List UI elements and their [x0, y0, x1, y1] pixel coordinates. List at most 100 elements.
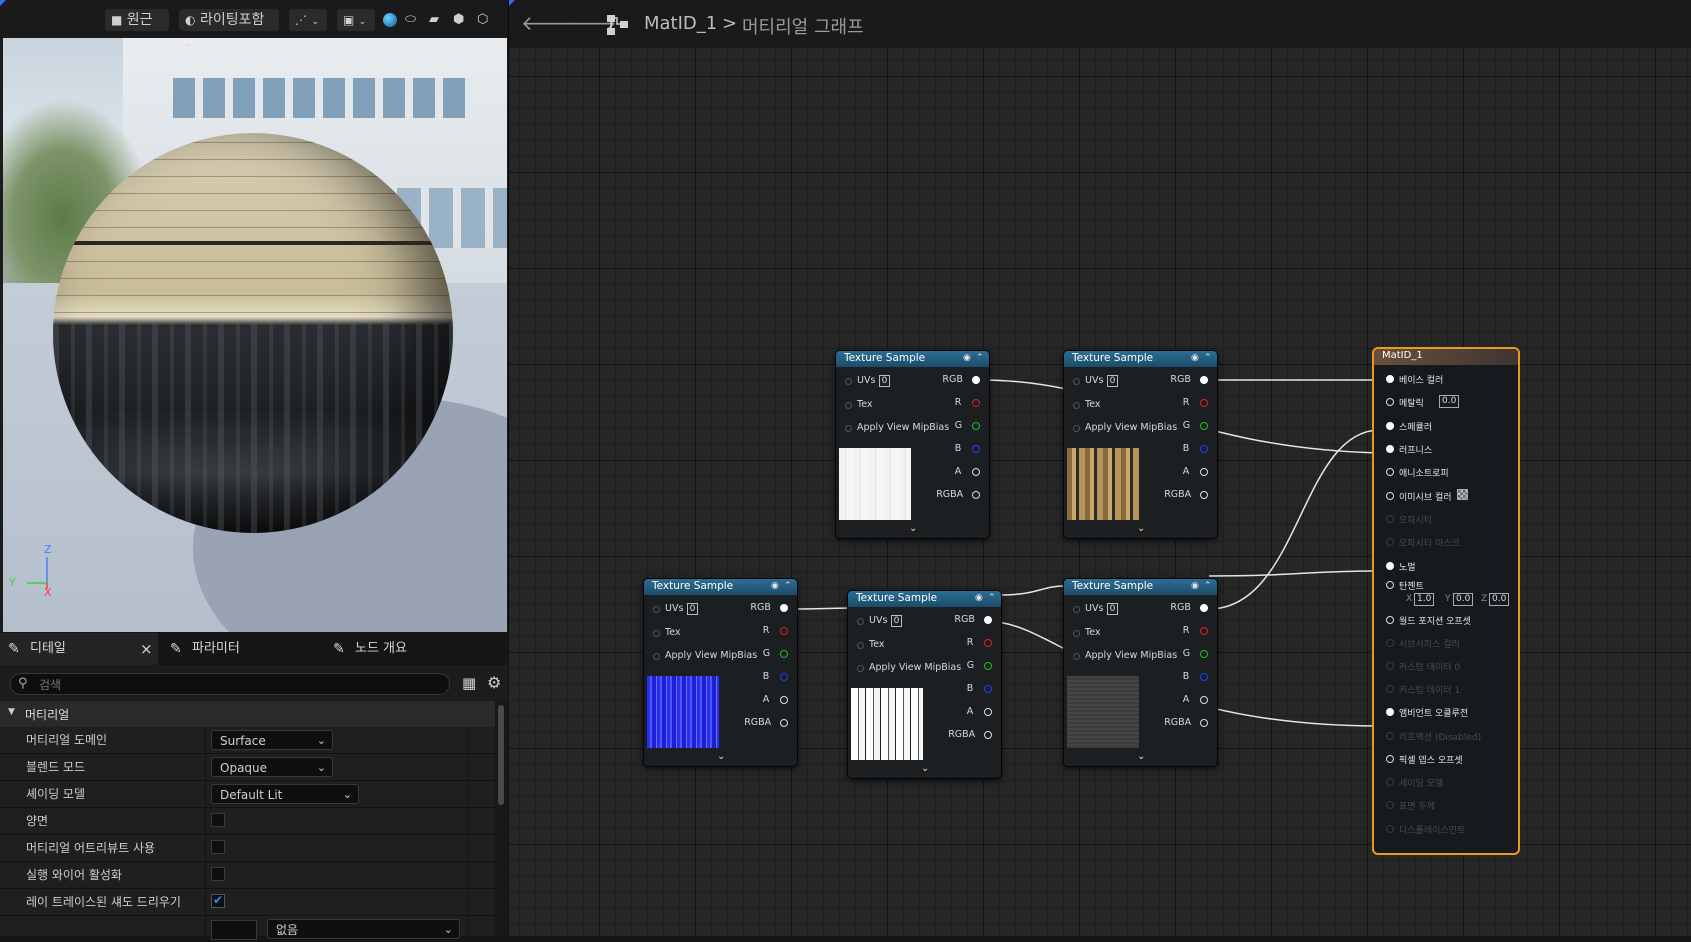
use-material-attributes-checkbox[interactable] — [211, 840, 225, 854]
result-input-pin[interactable] — [1386, 445, 1394, 453]
expand-chevron-icon[interactable]: ⌄ — [717, 751, 725, 762]
details-search-box[interactable]: ⚲ — [10, 673, 450, 695]
result-node-header[interactable]: MatID_1 — [1374, 349, 1518, 365]
output-pin[interactable] — [972, 399, 980, 407]
input-pin[interactable] — [1073, 378, 1080, 385]
two-sided-checkbox[interactable] — [211, 813, 225, 827]
preview-toggle-icon[interactable]: ◉ — [1191, 354, 1200, 363]
preview-toggle-icon[interactable]: ◉ — [771, 582, 780, 591]
preview-scene-button[interactable]: ▣ ⌄ — [337, 9, 375, 31]
result-input-pin[interactable] — [1386, 581, 1394, 589]
cube-preview-icon[interactable]: ⬢ — [453, 13, 469, 27]
preview-toggle-icon[interactable]: ◉ — [975, 594, 984, 603]
output-pin[interactable] — [1200, 696, 1208, 704]
asset-thumbnail[interactable] — [211, 920, 257, 940]
uv-index-field[interactable]: 0 — [891, 615, 902, 627]
input-pin[interactable] — [1073, 425, 1080, 432]
output-pin[interactable] — [1200, 673, 1208, 681]
output-pin[interactable] — [984, 616, 992, 624]
output-pin[interactable] — [780, 650, 788, 658]
output-pin[interactable] — [780, 627, 788, 635]
cast-ray-traced-shadows-checkbox[interactable]: ✔ — [211, 893, 225, 908]
output-pin[interactable] — [984, 685, 992, 693]
tab-node-overview[interactable]: ✎ 노드 개요 — [331, 633, 481, 665]
output-pin[interactable] — [972, 376, 980, 384]
output-pin[interactable] — [972, 422, 980, 430]
breadcrumb-material-name[interactable]: MatID_1 — [644, 13, 717, 34]
result-input-pin[interactable] — [1386, 375, 1394, 383]
output-pin[interactable] — [984, 731, 992, 739]
output-pin[interactable] — [1200, 376, 1208, 384]
uv-index-field[interactable]: 0 — [1107, 603, 1118, 615]
collapse-icon[interactable]: ⌃ — [784, 582, 793, 591]
output-pin[interactable] — [984, 662, 992, 670]
shading-model-dropdown[interactable]: Default Lit ⌄ — [211, 784, 359, 804]
cylinder-preview-icon[interactable]: ⬭ — [405, 13, 421, 27]
tab-parameters[interactable]: ✎ 파라미터 — [168, 633, 318, 665]
result-input-pin[interactable] — [1386, 685, 1394, 693]
texture-sample-node-1[interactable]: Texture Sample ◉ ⌃ UVs Tex Apply View MipBias… — [835, 350, 990, 539]
result-input-pin[interactable] — [1386, 398, 1394, 406]
texture-sample-node-2[interactable]: Texture Sample ◉ ⌃ UVs Tex Apply View MipBias… — [1063, 350, 1218, 539]
output-pin[interactable] — [1200, 650, 1208, 658]
output-pin[interactable] — [972, 468, 980, 476]
uv-index-field[interactable]: 0 — [687, 603, 698, 615]
texture-sample-node-5[interactable]: Texture Sample ◉ ⌃ UVs Tex Apply View MipBias… — [1063, 578, 1218, 767]
metallic-value-field[interactable]: 0.0 — [1439, 395, 1460, 408]
table-view-icon[interactable]: ▦ — [462, 674, 476, 692]
output-pin[interactable] — [1200, 491, 1208, 499]
texture-sample-node-3[interactable]: Texture Sample ◉ ⌃ UVs Tex Apply View MipBias… — [643, 578, 798, 767]
material-domain-dropdown[interactable]: Surface ⌄ — [211, 730, 333, 750]
preview-toggle-icon[interactable]: ◉ — [963, 354, 972, 363]
output-pin[interactable] — [780, 673, 788, 681]
close-icon[interactable]: × — [140, 633, 153, 665]
material-preview-viewport[interactable]: Z Y X ■ 원근 ⌄ ◐ 라이팅포함 ⌄ ⋰ ⌄ ▣ ⌄ ⬭ ▰ ⬢ ⬡ — [0, 0, 509, 632]
details-search-input[interactable] — [37, 676, 441, 694]
output-pin[interactable] — [1200, 445, 1208, 453]
collapse-icon[interactable]: ⌃ — [976, 354, 985, 363]
show-flags-button[interactable]: ⋰ ⌄ — [289, 9, 327, 31]
result-input-pin[interactable] — [1386, 616, 1394, 624]
input-pin[interactable] — [653, 606, 660, 613]
output-pin[interactable] — [1200, 399, 1208, 407]
result-input-pin[interactable] — [1386, 538, 1394, 546]
details-scrollbar-thumb[interactable] — [498, 705, 504, 805]
output-pin[interactable] — [1200, 422, 1208, 430]
output-pin[interactable] — [972, 445, 980, 453]
texture-sample-node-4[interactable]: Texture Sample ◉ ⌃ UVs Tex Apply View MipBias… — [847, 590, 1002, 779]
result-input-pin[interactable] — [1386, 468, 1394, 476]
collapse-icon[interactable]: ⌃ — [1204, 582, 1213, 591]
result-input-pin[interactable] — [1386, 801, 1394, 809]
settings-gear-icon[interactable]: ⚙ — [487, 673, 501, 692]
lighting-mode-button[interactable]: ◐ 라이팅포함 ⌄ — [179, 9, 279, 49]
output-pin[interactable] — [780, 696, 788, 704]
input-pin[interactable] — [845, 402, 852, 409]
result-input-pin[interactable] — [1386, 422, 1394, 430]
section-header-material[interactable]: ▼ 머티리얼 — [0, 701, 495, 727]
expand-chevron-icon[interactable]: ⌄ — [909, 523, 917, 534]
tab-details[interactable]: ✎ 디테일 × — [0, 633, 158, 665]
sphere-preview-icon[interactable] — [383, 13, 397, 27]
output-pin[interactable] — [1200, 604, 1208, 612]
output-pin[interactable] — [1200, 627, 1208, 635]
tangent-z-field[interactable]: 0.0 — [1489, 593, 1510, 606]
preview-scene[interactable]: Z Y X — [3, 38, 507, 632]
custom-mesh-preview-icon[interactable]: ⬡ — [477, 13, 493, 27]
asset-picker-dropdown[interactable]: 없음 ⌄ — [267, 919, 460, 939]
tangent-x-field[interactable]: 1.0 — [1414, 593, 1435, 606]
input-pin[interactable] — [857, 642, 864, 649]
enable-exec-wire-checkbox[interactable] — [211, 867, 225, 881]
uv-index-field[interactable]: 0 — [879, 375, 890, 387]
uv-index-field[interactable]: 0 — [1107, 375, 1118, 387]
output-pin[interactable] — [1200, 719, 1208, 727]
plane-preview-icon[interactable]: ▰ — [429, 13, 445, 27]
blend-mode-dropdown[interactable]: Opaque ⌄ — [211, 757, 333, 777]
collapse-icon[interactable]: ⌃ — [1204, 354, 1213, 363]
perspective-button[interactable]: ■ 원근 ⌄ — [105, 9, 169, 49]
output-pin[interactable] — [1200, 468, 1208, 476]
input-pin[interactable] — [1073, 653, 1080, 660]
input-pin[interactable] — [1073, 606, 1080, 613]
details-scrollbar-track[interactable] — [495, 701, 508, 936]
input-pin[interactable] — [1073, 402, 1080, 409]
input-pin[interactable] — [653, 653, 660, 660]
